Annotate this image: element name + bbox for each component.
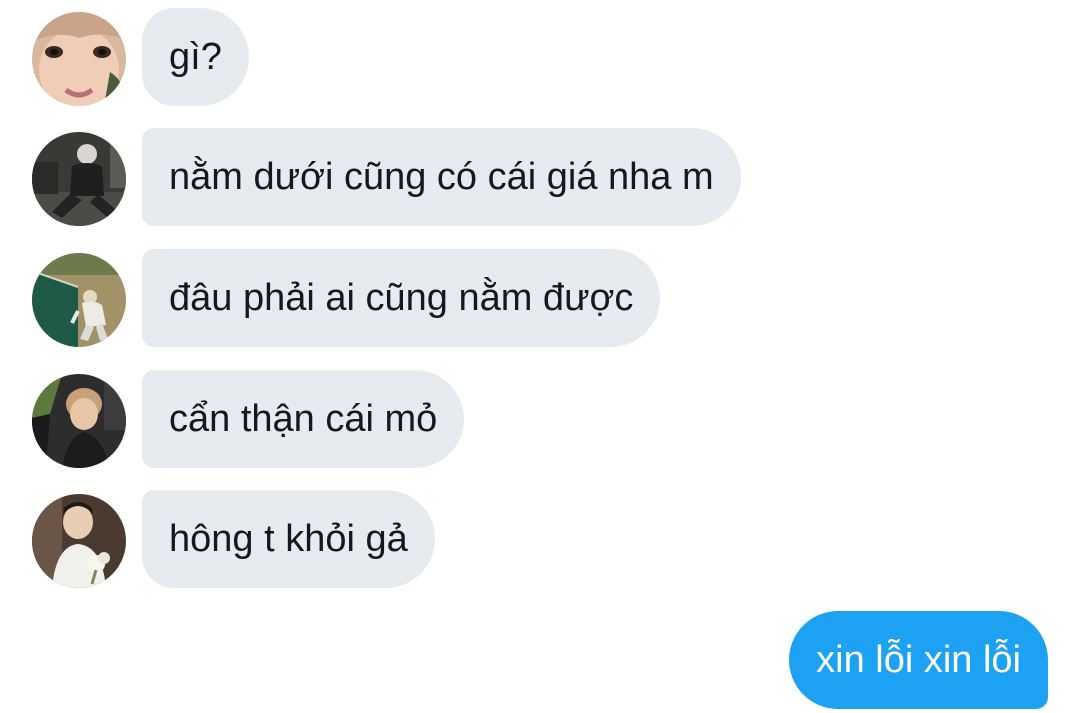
message-bubble[interactable]: đâu phải ai cũng nằm được: [142, 249, 661, 347]
avatar-outdoor-grass-image: [32, 253, 126, 347]
received-message: đâu phải ai cũng nằm được: [0, 249, 1080, 347]
received-message: nằm dưới cũng có cái giá nha m: [0, 128, 1080, 226]
received-message: cẩn thận cái mỏ: [0, 370, 1080, 468]
message-bubble[interactable]: cẩn thận cái mỏ: [142, 370, 465, 468]
sent-message: xin lỗi xin lỗi: [0, 611, 1080, 709]
sender-avatar[interactable]: [32, 374, 126, 468]
message-bubble[interactable]: nằm dưới cũng có cái giá nha m: [142, 128, 741, 226]
avatar-car-selfie-image: [32, 374, 126, 468]
message-thread: gì? nằm dưới cũng có cái giá nha m đâu p…: [0, 0, 1080, 713]
sender-avatar[interactable]: [32, 132, 126, 226]
sender-avatar[interactable]: [32, 12, 126, 106]
received-message: hông t khỏi gả: [0, 490, 1080, 588]
avatar-sitting-night-image: [32, 132, 126, 226]
message-bubble[interactable]: gì?: [142, 8, 249, 106]
avatar-close-up-face-image: [32, 12, 126, 106]
avatar-white-shirt-flowers-image: [32, 494, 126, 588]
sender-avatar[interactable]: [32, 253, 126, 347]
received-message: gì?: [0, 8, 1080, 106]
sent-message-bubble[interactable]: xin lỗi xin lỗi: [789, 611, 1048, 709]
sender-avatar[interactable]: [32, 494, 126, 588]
message-bubble[interactable]: hông t khỏi gả: [142, 490, 435, 588]
